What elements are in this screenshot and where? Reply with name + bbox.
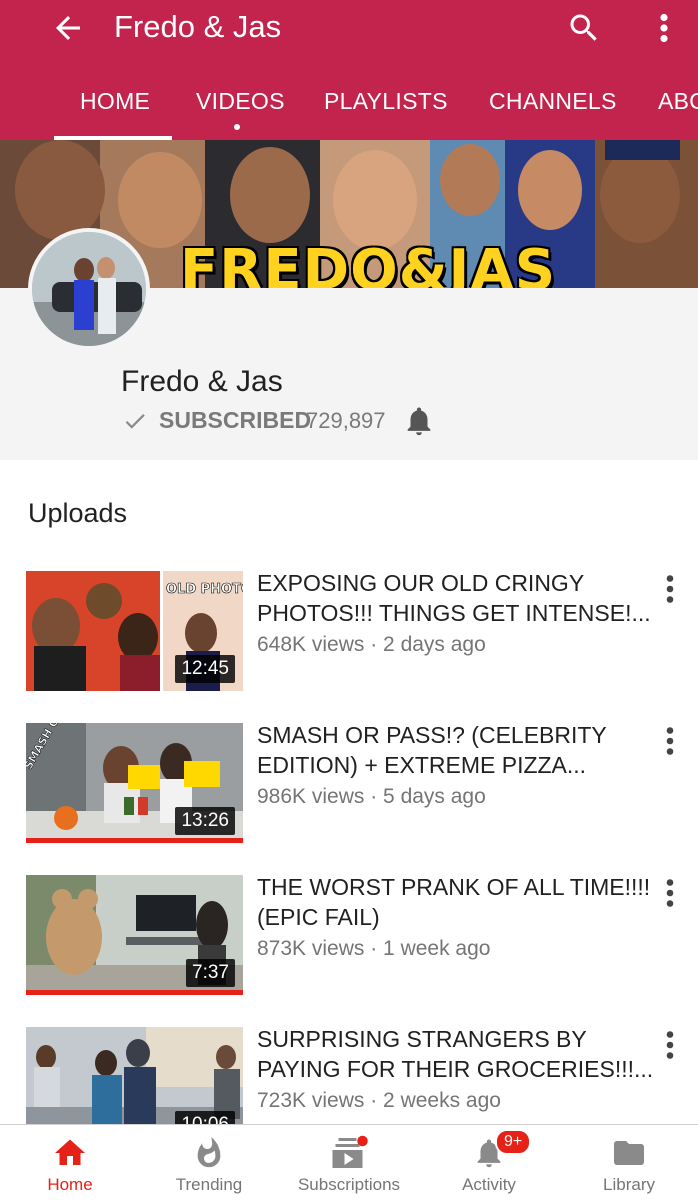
channel-tabs: HOME VIDEOS PLAYLISTS CHANNELS ABOUT	[0, 80, 698, 140]
video-thumbnail[interactable]: SMASH OR PASS 13:26	[26, 723, 243, 843]
channel-title: Fredo & Jas	[114, 9, 282, 44]
channel-name: Fredo & Jas	[121, 365, 283, 398]
nav-trending-label: Trending	[175, 1175, 243, 1194]
nav-activity[interactable]: 9+ Activity	[419, 1125, 559, 1200]
video-title[interactable]: SURPRISING STRANGERS BY PAYING FOR THEIR…	[257, 1024, 657, 1086]
tab-about[interactable]: ABOUT	[658, 88, 698, 115]
video-title[interactable]: SMASH OR PASS!? (CELEBRITY EDITION) + EX…	[257, 720, 657, 782]
video-duration: 12:45	[175, 655, 235, 683]
nav-activity-label: Activity	[462, 1175, 516, 1194]
video-item[interactable]: OLD PHOTOS 12:45 EXPOSING OUR OLD CRINGY…	[0, 568, 698, 701]
tab-channels[interactable]: CHANNELS	[489, 88, 617, 115]
uploads-heading: Uploads	[28, 498, 128, 528]
nav-home[interactable]: Home	[0, 1125, 140, 1200]
notification-bell-icon[interactable]	[402, 403, 436, 439]
home-icon	[55, 1139, 85, 1165]
new-content-dot	[234, 124, 240, 130]
app-bar: Fredo & Jas HOME VIDEOS PLAYLISTS CHANNE…	[0, 0, 698, 140]
video-title[interactable]: EXPOSING OUR OLD CRINGY PHOTOS!!! THINGS…	[257, 568, 657, 630]
nav-home-label: Home	[47, 1175, 93, 1194]
video-more-icon[interactable]	[660, 723, 680, 759]
more-options-icon[interactable]	[652, 10, 676, 46]
video-more-icon[interactable]	[660, 1027, 680, 1063]
folder-icon	[614, 1141, 644, 1165]
subscribed-button[interactable]: SUBSCRIBED	[159, 407, 311, 434]
thumbnail-caption: OLD PHOTOS	[166, 582, 243, 597]
channel-avatar	[28, 228, 150, 350]
watch-progress-bar	[26, 838, 243, 843]
nav-library[interactable]: Library	[559, 1125, 698, 1200]
video-duration: 7:37	[186, 959, 235, 987]
watch-progress-bar	[26, 990, 243, 995]
video-meta: 873K views · 1 week ago	[257, 937, 491, 960]
video-meta: 648K views · 2 days ago	[257, 633, 486, 656]
checkmark-icon	[125, 414, 145, 429]
tab-videos[interactable]: VIDEOS	[196, 88, 285, 115]
tab-playlists[interactable]: PLAYLISTS	[324, 88, 448, 115]
search-icon[interactable]	[566, 10, 602, 46]
video-item[interactable]: SMASH OR PASS 13:26 SMASH OR PASS!? (CEL…	[0, 720, 698, 853]
video-meta: 723K views · 2 weeks ago	[257, 1089, 501, 1112]
video-title[interactable]: THE WORST PRANK OF ALL TIME!!!! (EPIC FA…	[257, 872, 657, 934]
back-arrow-icon[interactable]	[50, 10, 86, 46]
video-thumbnail[interactable]: OLD PHOTOS 12:45	[26, 571, 243, 691]
video-item[interactable]: 7:37 THE WORST PRANK OF ALL TIME!!!! (EP…	[0, 872, 698, 1005]
nav-subscriptions-label: Subscriptions	[297, 1175, 401, 1194]
video-more-icon[interactable]	[660, 875, 680, 911]
nav-trending[interactable]: Trending	[139, 1125, 279, 1200]
nav-subscriptions[interactable]: Subscriptions	[279, 1125, 419, 1200]
subscriptions-icon	[332, 1135, 368, 1168]
tab-home[interactable]: HOME	[80, 88, 150, 115]
bottom-navigation: Home Trending Subscriptions 9+ Activity …	[0, 1124, 698, 1200]
video-meta: 986K views · 5 days ago	[257, 785, 486, 808]
video-thumbnail[interactable]: 7:37	[26, 875, 243, 995]
video-duration: 13:26	[175, 807, 235, 835]
video-more-icon[interactable]	[660, 571, 680, 607]
subscriber-count: 729,897	[306, 408, 386, 433]
notification-badge: 9+	[495, 1129, 532, 1155]
nav-library-label: Library	[603, 1175, 655, 1194]
flame-icon	[197, 1136, 221, 1168]
banner-logo-text: FREDO&JAS	[180, 238, 557, 288]
